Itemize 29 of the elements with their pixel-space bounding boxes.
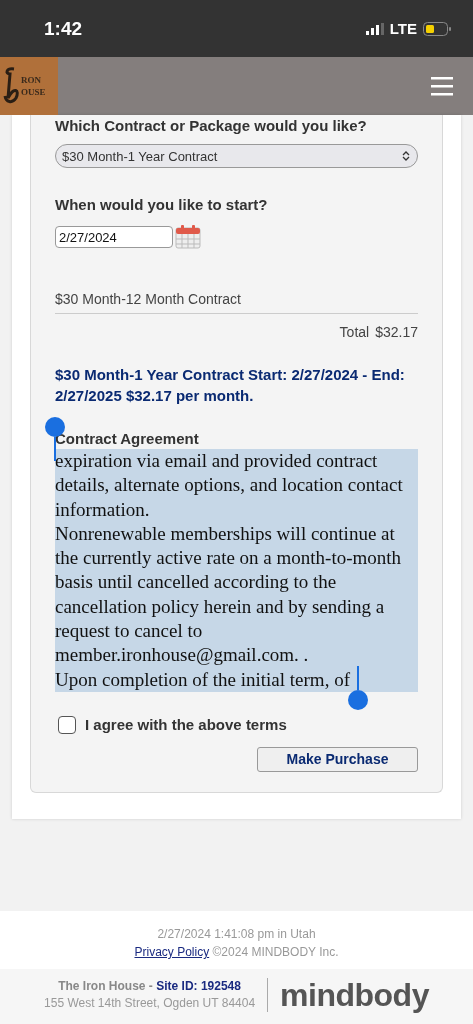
menu-icon[interactable] (431, 76, 453, 96)
total-value: $32.17 (375, 324, 418, 340)
copyright: ©2024 MINDBODY Inc. (212, 944, 339, 959)
line-item: $30 Month-12 Month Contract (55, 291, 418, 314)
site-id-link[interactable]: Site ID: 192548 (156, 979, 241, 994)
brand-logo: mindbody (280, 976, 429, 1014)
business-name: The Iron House - (58, 979, 153, 994)
start-date-field[interactable]: 2/27/2024 (55, 226, 173, 248)
privacy-policy-link[interactable]: Privacy Policy (134, 944, 210, 959)
total-label: Total (339, 324, 370, 340)
business-address: 155 West 14th Street, Ogden UT 84404 (44, 995, 256, 1013)
start-question: When would you like to start? (55, 196, 269, 213)
agree-label[interactable]: I agree with the above terms (85, 716, 287, 734)
signal-icon (365, 22, 384, 35)
selection-handle[interactable] (348, 665, 368, 710)
status-time: 1:42 (44, 17, 83, 40)
dropdown-arrows-icon (401, 150, 411, 162)
agreement-text[interactable]: expiration via email and provided contract details, alternate options, and location contact information. Nonrenewable memberships will continue at the currently active rate on a month-to-month basis until cancelled according to the cancellation policy herein and by sending a request to cancel to member.ironhouse@gmail.com. . Upon completion of the initial term, of (55, 449, 418, 692)
agree-checkbox[interactable] (58, 715, 76, 734)
battery-icon (423, 21, 451, 36)
package-select[interactable]: $30 Month-1 Year Contract (55, 144, 418, 168)
network-label: LTE (389, 20, 417, 37)
package-question: Which Contract or Package would you like? (55, 116, 368, 134)
agreement-title: Contract Agreement (55, 430, 200, 447)
make-purchase-button[interactable]: Make Purchase (257, 746, 418, 772)
timestamp: 2/27/2024 1:41:08 pm in Utah (156, 925, 317, 943)
contract-summary: $30 Month-1 Year Contract Start: 2/27/2024 - End: 2/27/2025 $32.17 per month. (55, 365, 406, 406)
iron-house-logo[interactable]: RON OUSE (0, 57, 58, 115)
calendar-icon[interactable] (175, 225, 201, 249)
